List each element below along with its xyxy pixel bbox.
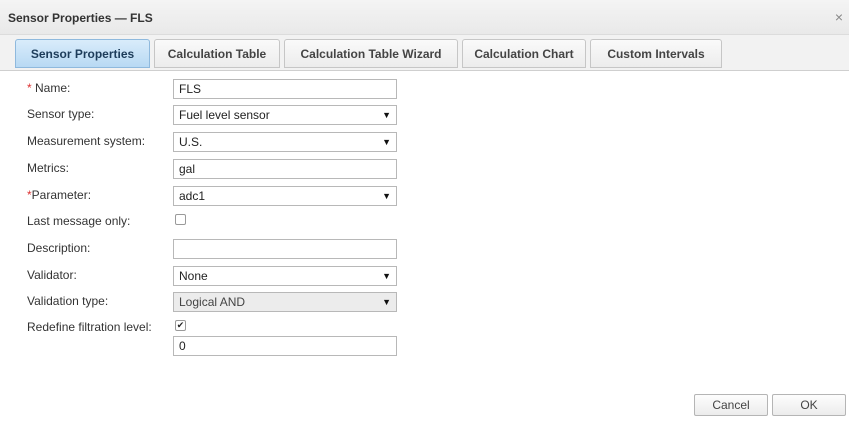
- chevron-down-icon: ▼: [382, 271, 391, 281]
- cancel-button[interactable]: Cancel: [694, 394, 768, 416]
- measurement-system-label: Measurement system:: [27, 134, 146, 148]
- validator-value: None: [179, 269, 208, 283]
- parameter-label: *Parameter:: [27, 188, 91, 202]
- redefine-filtration-checkbox[interactable]: ✔: [175, 320, 186, 331]
- tab-calculation-chart[interactable]: Calculation Chart: [462, 39, 586, 68]
- last-message-only-label: Last message only:: [27, 214, 131, 228]
- sensor-type-label: Sensor type:: [27, 107, 95, 121]
- metrics-input[interactable]: [173, 159, 397, 179]
- validation-type-select: Logical AND ▼: [173, 292, 397, 312]
- tab-calculation-table[interactable]: Calculation Table: [154, 39, 280, 68]
- chevron-down-icon: ▼: [382, 191, 391, 201]
- required-mark: *: [27, 81, 32, 95]
- parameter-label-text: Parameter:: [31, 188, 92, 202]
- last-message-only-checkbox[interactable]: [175, 214, 186, 225]
- tab-bar: Sensor Properties Calculation Table Calc…: [0, 35, 849, 71]
- metrics-label: Metrics:: [27, 161, 69, 175]
- close-icon[interactable]: ×: [835, 9, 843, 25]
- sensor-type-select[interactable]: Fuel level sensor ▼: [173, 105, 397, 125]
- parameter-select[interactable]: adc1 ▼: [173, 186, 397, 206]
- dialog-title: Sensor Properties — FLS: [8, 11, 153, 25]
- chevron-down-icon: ▼: [382, 297, 391, 307]
- name-input[interactable]: [173, 79, 397, 99]
- sensor-type-value: Fuel level sensor: [179, 108, 270, 122]
- sensor-form: * Name: Sensor type: Fuel level sensor ▼…: [0, 71, 849, 371]
- measurement-system-value: U.S.: [179, 135, 203, 149]
- filtration-level-input[interactable]: [173, 336, 397, 356]
- dialog-footer: Cancel OK: [0, 390, 849, 421]
- validator-select[interactable]: None ▼: [173, 266, 397, 286]
- validation-type-value: Logical AND: [179, 295, 246, 309]
- description-input[interactable]: [173, 239, 397, 259]
- tab-custom-intervals[interactable]: Custom Intervals: [590, 39, 722, 68]
- dialog-titlebar: Sensor Properties — FLS ×: [0, 0, 849, 35]
- tab-calculation-table-wizard[interactable]: Calculation Table Wizard: [284, 39, 458, 68]
- tab-sensor-properties[interactable]: Sensor Properties: [15, 39, 150, 68]
- ok-button[interactable]: OK: [772, 394, 846, 416]
- redefine-filtration-label: Redefine filtration level:: [27, 320, 152, 334]
- chevron-down-icon: ▼: [382, 137, 391, 147]
- name-label-text: Name:: [35, 81, 71, 95]
- name-label: * Name:: [27, 81, 70, 95]
- description-label: Description:: [27, 241, 91, 255]
- validation-type-label: Validation type:: [27, 294, 109, 308]
- parameter-value: adc1: [179, 189, 206, 203]
- validator-label: Validator:: [27, 268, 77, 282]
- measurement-system-select[interactable]: U.S. ▼: [173, 132, 397, 152]
- chevron-down-icon: ▼: [382, 110, 391, 120]
- sensor-properties-dialog: Sensor Properties — FLS × Sensor Propert…: [0, 0, 849, 421]
